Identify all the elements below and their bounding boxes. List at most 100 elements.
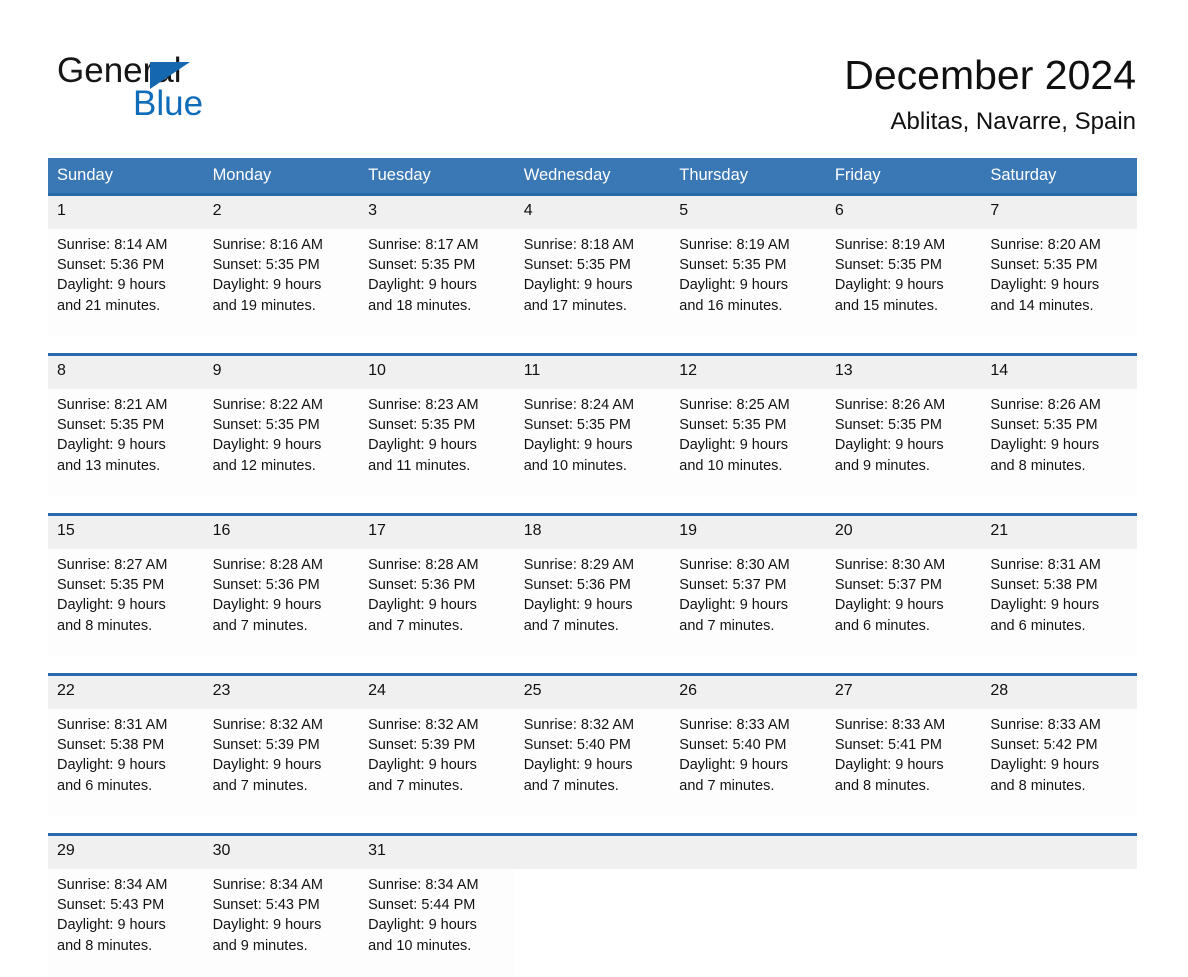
daylight-text-line1: Daylight: 9 hours bbox=[834, 277, 944, 294]
sunrise-text: Sunrise: 8:21 AM bbox=[57, 397, 168, 413]
day-cell[interactable]: Sunrise: 8:33 AM Sunset: 5:40 PM Daylight:… bbox=[670, 709, 826, 817]
day-detail-row: Sunrise: 8:27 AM Sunset: 5:35 PM Daylight:… bbox=[48, 549, 1137, 657]
daylight-text-line1: Daylight: 9 hours bbox=[212, 277, 322, 294]
day-cell[interactable]: Sunrise: 8:34 AM Sunset: 5:43 PM Daylight:… bbox=[48, 869, 204, 977]
day-cell[interactable]: Sunrise: 8:16 AM Sunset: 5:35 PM Daylight:… bbox=[203, 229, 360, 337]
day-cell[interactable]: Sunrise: 8:28 AM Sunset: 5:36 PM Daylight:… bbox=[203, 549, 360, 657]
day-number[interactable]: 23 bbox=[203, 676, 360, 709]
day-number[interactable]: 3 bbox=[359, 196, 515, 229]
day-number[interactable]: 19 bbox=[670, 516, 826, 549]
day-cell[interactable]: Sunrise: 8:32 AM Sunset: 5:40 PM Daylight:… bbox=[514, 709, 671, 817]
day-cell[interactable]: Sunrise: 8:20 AM Sunset: 5:35 PM Daylight:… bbox=[981, 229, 1137, 337]
daylight-text-line1: Daylight: 9 hours bbox=[834, 597, 944, 614]
day-cell[interactable]: Sunrise: 8:26 AM Sunset: 5:35 PM Daylight:… bbox=[981, 389, 1137, 497]
daylight-text-line1: Daylight: 9 hours bbox=[57, 437, 166, 454]
day-number[interactable]: 10 bbox=[359, 356, 515, 389]
day-cell[interactable]: Sunrise: 8:24 AM Sunset: 5:35 PM Daylight:… bbox=[514, 389, 671, 497]
day-cell[interactable]: Sunrise: 8:26 AM Sunset: 5:35 PM Daylight:… bbox=[825, 389, 982, 497]
daylight-text-line2: and 17 minutes. bbox=[523, 297, 627, 314]
day-number[interactable]: 8 bbox=[48, 356, 204, 389]
day-number-row: 1234567 bbox=[48, 196, 1137, 229]
daylight-text-line2: and 21 minutes. bbox=[57, 297, 161, 314]
day-cell[interactable]: Sunrise: 8:33 AM Sunset: 5:41 PM Daylight:… bbox=[825, 709, 982, 817]
day-number[interactable]: 30 bbox=[203, 836, 360, 869]
day-cell[interactable]: Sunrise: 8:32 AM Sunset: 5:39 PM Daylight:… bbox=[203, 709, 360, 817]
day-cell[interactable]: Sunrise: 8:14 AM Sunset: 5:36 PM Daylight:… bbox=[48, 229, 204, 337]
day-number[interactable]: 17 bbox=[359, 516, 515, 549]
day-cell[interactable]: Sunrise: 8:21 AM Sunset: 5:35 PM Daylight:… bbox=[48, 389, 204, 497]
daylight-text-line1: Daylight: 9 hours bbox=[523, 757, 633, 774]
daylight-text-line1: Daylight: 9 hours bbox=[368, 917, 477, 934]
day-number[interactable]: 22 bbox=[48, 676, 204, 709]
day-number[interactable]: 2 bbox=[203, 196, 360, 229]
day-cell[interactable]: Sunrise: 8:31 AM Sunset: 5:38 PM Daylight:… bbox=[981, 549, 1137, 657]
daylight-text-line1: Daylight: 9 hours bbox=[57, 757, 166, 774]
day-cell[interactable]: Sunrise: 8:27 AM Sunset: 5:35 PM Daylight:… bbox=[48, 549, 204, 657]
day-number[interactable]: 6 bbox=[825, 196, 982, 229]
day-cell[interactable]: Sunrise: 8:32 AM Sunset: 5:39 PM Daylight:… bbox=[359, 709, 515, 817]
day-cell[interactable]: Sunrise: 8:28 AM Sunset: 5:36 PM Daylight:… bbox=[359, 549, 515, 657]
day-number[interactable]: 11 bbox=[514, 356, 671, 389]
day-cell-empty bbox=[825, 869, 982, 977]
day-cell[interactable]: Sunrise: 8:30 AM Sunset: 5:37 PM Daylight:… bbox=[825, 549, 982, 657]
sunset-text: Sunset: 5:35 PM bbox=[679, 417, 787, 434]
sunrise-text: Sunrise: 8:26 AM bbox=[990, 397, 1101, 413]
daylight-text-line2: and 8 minutes. bbox=[57, 937, 153, 954]
day-number[interactable]: 4 bbox=[514, 196, 671, 229]
day-cell[interactable]: Sunrise: 8:25 AM Sunset: 5:35 PM Daylight:… bbox=[670, 389, 826, 497]
day-cell[interactable]: Sunrise: 8:19 AM Sunset: 5:35 PM Daylight:… bbox=[670, 229, 826, 337]
sunset-text: Sunset: 5:35 PM bbox=[834, 257, 943, 274]
week-gap bbox=[48, 497, 1137, 513]
week-gap-cell bbox=[48, 817, 1137, 833]
day-number[interactable]: 24 bbox=[359, 676, 515, 709]
day-cell[interactable]: Sunrise: 8:31 AM Sunset: 5:38 PM Daylight:… bbox=[48, 709, 204, 817]
daylight-text-line1: Daylight: 9 hours bbox=[368, 277, 477, 294]
day-cell[interactable]: Sunrise: 8:19 AM Sunset: 5:35 PM Daylight:… bbox=[825, 229, 982, 337]
daylight-text-line2: and 7 minutes. bbox=[523, 617, 619, 634]
page-header: General Blue December 2024 Ablitas, Nava… bbox=[0, 0, 1188, 158]
day-number[interactable]: 5 bbox=[670, 196, 826, 229]
week-gap-cell bbox=[48, 497, 1137, 513]
daylight-text-line2: and 8 minutes. bbox=[57, 617, 153, 634]
day-cell[interactable]: Sunrise: 8:34 AM Sunset: 5:44 PM Daylight:… bbox=[359, 869, 515, 977]
day-cell[interactable]: Sunrise: 8:33 AM Sunset: 5:42 PM Daylight:… bbox=[981, 709, 1137, 817]
day-number[interactable]: 25 bbox=[514, 676, 671, 709]
day-number[interactable]: 16 bbox=[203, 516, 360, 549]
day-number[interactable]: 28 bbox=[981, 676, 1137, 709]
day-cell[interactable]: Sunrise: 8:23 AM Sunset: 5:35 PM Daylight:… bbox=[359, 389, 515, 497]
day-number[interactable]: 29 bbox=[48, 836, 204, 869]
calendar-table: Sunday Monday Tuesday Wednesday Thursday… bbox=[48, 158, 1137, 977]
day-number[interactable]: 7 bbox=[981, 196, 1137, 229]
day-cell[interactable]: Sunrise: 8:29 AM Sunset: 5:36 PM Daylight:… bbox=[514, 549, 671, 657]
daylight-text-line1: Daylight: 9 hours bbox=[990, 757, 1100, 774]
sunset-text: Sunset: 5:39 PM bbox=[368, 737, 476, 754]
day-number[interactable]: 18 bbox=[514, 516, 671, 549]
daylight-text-line2: and 7 minutes. bbox=[679, 777, 775, 794]
day-number[interactable]: 21 bbox=[981, 516, 1137, 549]
sunrise-text: Sunrise: 8:23 AM bbox=[368, 397, 479, 413]
day-number[interactable]: 20 bbox=[825, 516, 982, 549]
sunrise-text: Sunrise: 8:32 AM bbox=[368, 717, 479, 733]
day-number[interactable]: 14 bbox=[981, 356, 1137, 389]
daylight-text-line2: and 9 minutes. bbox=[834, 457, 930, 474]
weekday-header-friday: Friday bbox=[825, 158, 982, 193]
day-number[interactable]: 31 bbox=[359, 836, 515, 869]
day-number[interactable]: 9 bbox=[203, 356, 360, 389]
day-number[interactable]: 15 bbox=[48, 516, 204, 549]
sunset-text: Sunset: 5:35 PM bbox=[368, 257, 476, 274]
day-number[interactable]: 1 bbox=[48, 196, 204, 229]
weekday-header-sunday: Sunday bbox=[48, 158, 204, 193]
day-cell[interactable]: Sunrise: 8:30 AM Sunset: 5:37 PM Daylight:… bbox=[670, 549, 826, 657]
day-number[interactable]: 13 bbox=[825, 356, 982, 389]
day-number[interactable]: 27 bbox=[825, 676, 982, 709]
day-cell[interactable]: Sunrise: 8:22 AM Sunset: 5:35 PM Daylight:… bbox=[203, 389, 360, 497]
day-cell[interactable]: Sunrise: 8:18 AM Sunset: 5:35 PM Daylight:… bbox=[514, 229, 671, 337]
daylight-text-line2: and 19 minutes. bbox=[212, 297, 316, 314]
sunrise-text: Sunrise: 8:28 AM bbox=[212, 557, 323, 573]
day-cell[interactable]: Sunrise: 8:34 AM Sunset: 5:43 PM Daylight:… bbox=[203, 869, 360, 977]
sunrise-text: Sunrise: 8:30 AM bbox=[679, 557, 790, 573]
day-number[interactable]: 26 bbox=[670, 676, 826, 709]
day-number[interactable]: 12 bbox=[670, 356, 826, 389]
daylight-text-line1: Daylight: 9 hours bbox=[212, 437, 322, 454]
day-cell[interactable]: Sunrise: 8:17 AM Sunset: 5:35 PM Daylight:… bbox=[359, 229, 515, 337]
